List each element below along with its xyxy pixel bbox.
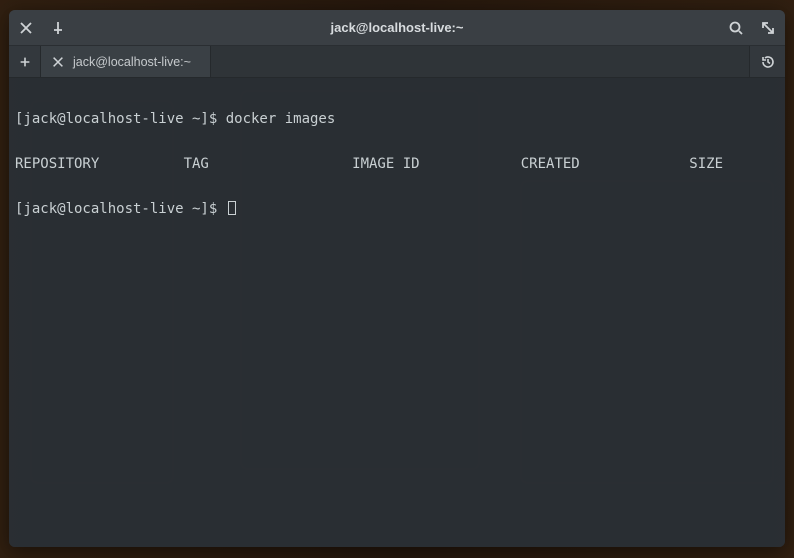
terminal-cursor: [228, 201, 236, 215]
plus-icon: [18, 55, 32, 69]
fullscreen-button[interactable]: [759, 19, 777, 37]
terminal-prompt: [jack@localhost-live ~]$: [15, 201, 226, 217]
pin-button[interactable]: [49, 19, 67, 37]
window-title: jack@localhost-live:~: [87, 20, 707, 35]
tab-0[interactable]: jack@localhost-live:~: [41, 46, 211, 77]
new-tab-button[interactable]: [9, 46, 41, 77]
titlebar-left-controls: [17, 19, 87, 37]
terminal-window: jack@localhost-live:~ jack@localhost-liv…: [9, 10, 785, 547]
terminal-line: [jack@localhost-live ~]$ docker images: [15, 112, 779, 127]
search-icon: [728, 20, 744, 36]
terminal-line: REPOSITORY TAG IMAGE ID CREATED SIZE: [15, 157, 779, 172]
tab-label: jack@localhost-live:~: [73, 55, 191, 69]
history-button[interactable]: [749, 46, 785, 77]
titlebar[interactable]: jack@localhost-live:~: [9, 10, 785, 46]
fullscreen-icon: [760, 20, 776, 36]
close-window-button[interactable]: [17, 19, 35, 37]
tab-bar: jack@localhost-live:~: [9, 46, 785, 78]
terminal-content[interactable]: [jack@localhost-live ~]$ docker images R…: [9, 78, 785, 547]
tab-close-button[interactable]: [51, 55, 65, 69]
search-button[interactable]: [727, 19, 745, 37]
pin-icon: [50, 20, 66, 36]
history-icon: [760, 54, 776, 70]
close-icon: [51, 54, 65, 70]
titlebar-right-controls: [707, 19, 777, 37]
tabbar-spacer: [211, 46, 749, 77]
close-icon: [18, 20, 34, 36]
terminal-prompt-line: [jack@localhost-live ~]$: [15, 202, 779, 217]
